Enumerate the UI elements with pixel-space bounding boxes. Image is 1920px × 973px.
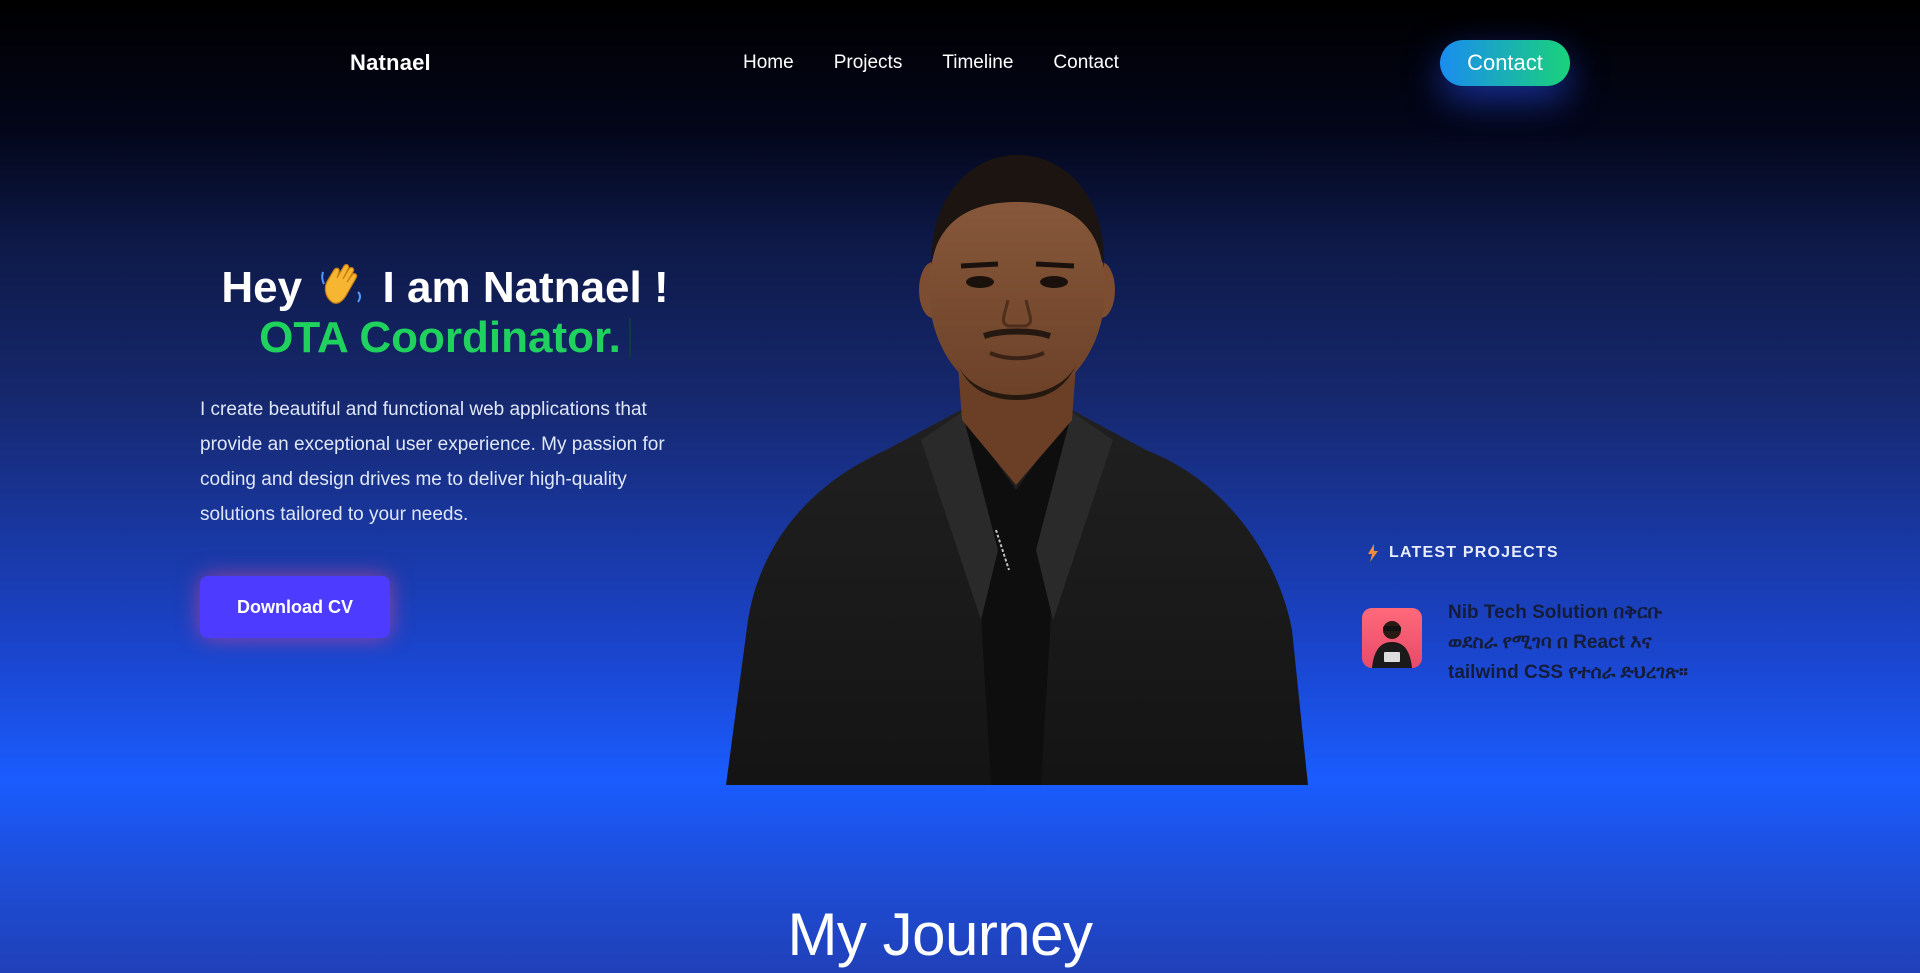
nav-link-contact[interactable]: Contact (1053, 52, 1118, 74)
greeting-prefix: Hey (221, 263, 303, 312)
contact-button[interactable]: Contact (1440, 40, 1570, 86)
nav-link-timeline[interactable]: Timeline (942, 52, 1013, 74)
nav-link-home[interactable]: Home (743, 52, 794, 74)
project-thumbnail (1362, 608, 1422, 668)
latest-projects-label: LATEST PROJECTS (1389, 544, 1559, 561)
project-card[interactable]: Nib Tech Solution በቅርቡ ወደስራ የሚገባ በ React… (1362, 596, 1702, 686)
main-menu: Home Projects Timeline Contact (743, 52, 1119, 74)
nav-link-projects[interactable]: Projects (834, 52, 903, 74)
latest-projects-heading: LATEST PROJECTS (1367, 544, 1559, 562)
hero-description: I create beautiful and functional web ap… (200, 399, 665, 525)
greeting-suffix: I am Natnael ! (382, 263, 669, 312)
waving-hand-icon (321, 263, 362, 304)
role-text: OTA Coordinator. (259, 313, 621, 362)
hero-heading: Hey I am Natnael ! OTA Coordinator. (150, 262, 740, 363)
typing-cursor (628, 318, 631, 358)
journey-heading: My Journey (787, 901, 1093, 968)
download-cv-button[interactable]: Download CV (200, 576, 390, 638)
person-illustration-icon (1372, 621, 1412, 668)
brand-logo[interactable]: Natnael (350, 50, 431, 76)
bolt-icon (1368, 544, 1378, 562)
project-title: Nib Tech Solution በቅርቡ ወደስራ የሚገባ በ React… (1448, 602, 1688, 683)
top-navbar: Natnael Home Projects Timeline Contact C… (0, 0, 1920, 125)
profile-photo (726, 155, 1308, 785)
